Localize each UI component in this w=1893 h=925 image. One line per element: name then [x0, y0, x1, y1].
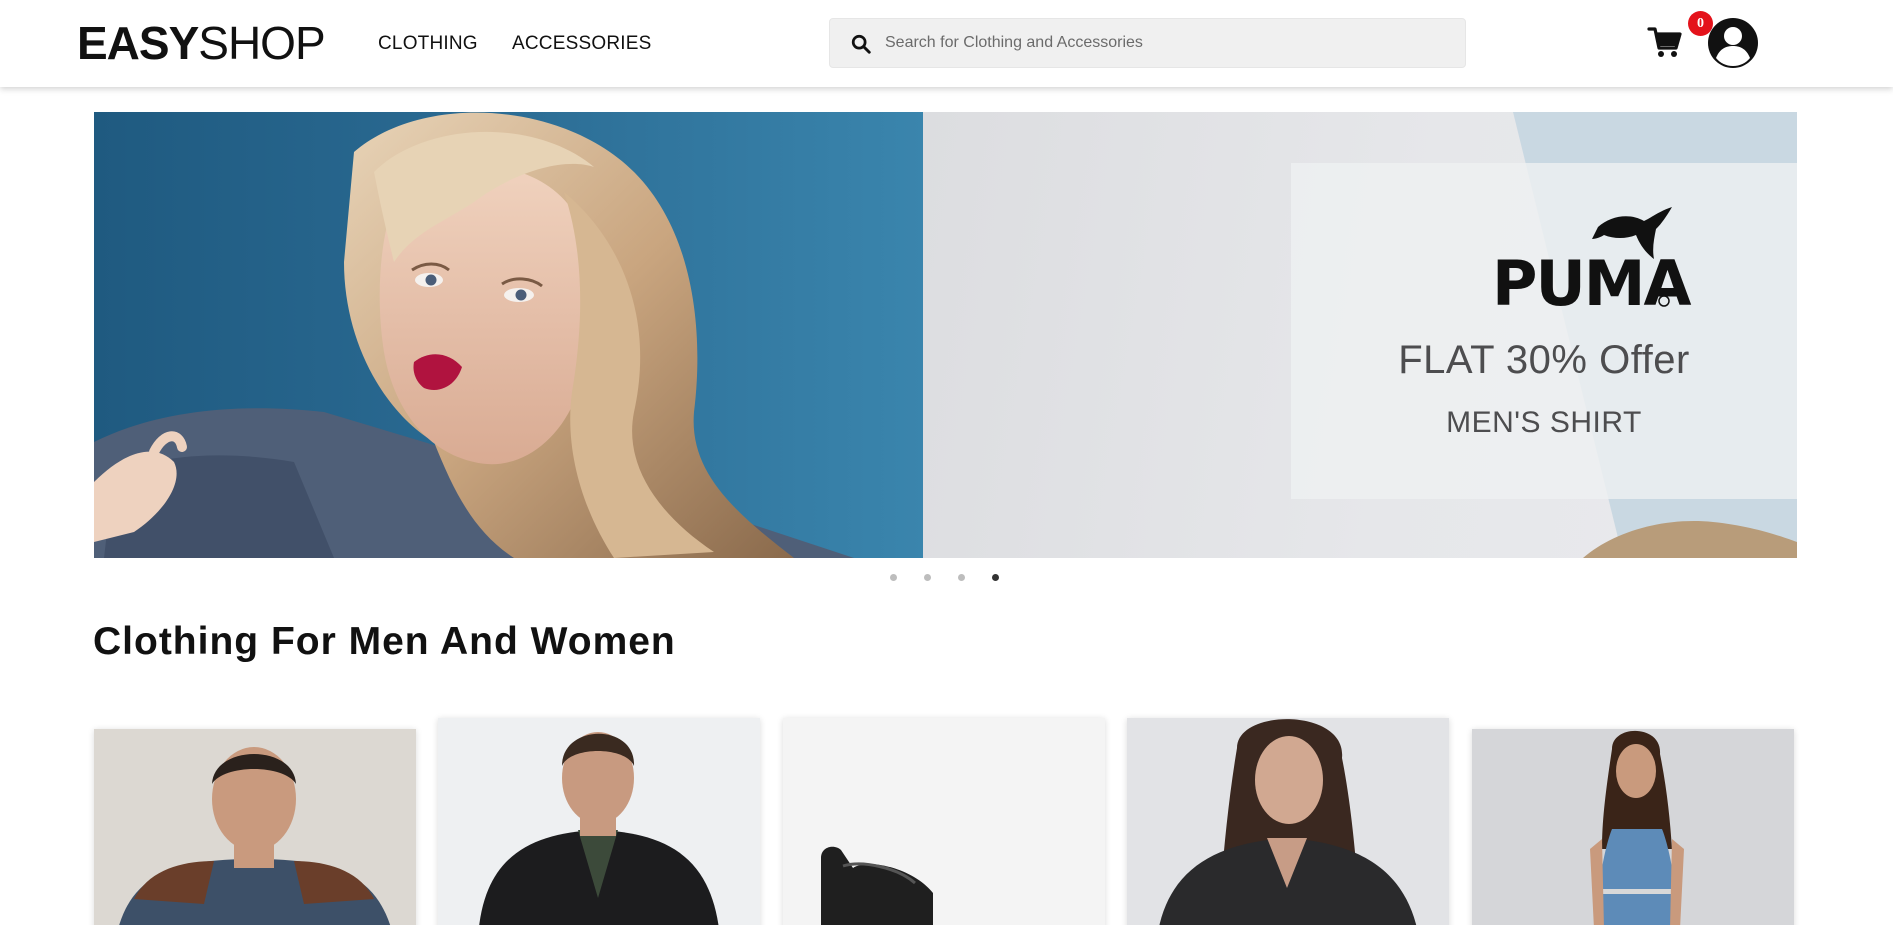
product-image-boots — [783, 718, 1105, 925]
carousel-dot-2[interactable] — [924, 574, 931, 581]
product-card-boots[interactable] — [783, 718, 1105, 925]
promo-headline: FLAT 30% Offer — [1398, 338, 1690, 382]
site-logo[interactable]: EASYSHOP — [77, 16, 326, 70]
product-card-men-sweater[interactable] — [94, 729, 416, 925]
promo-panel: PUMA FLAT 30% Offer MEN'S SHIRT — [923, 112, 1797, 558]
product-card-women-leather-jacket[interactable] — [1127, 718, 1449, 925]
product-image-women-leather-jacket — [1127, 718, 1449, 925]
search-icon[interactable] — [850, 33, 872, 55]
promo-subline: MEN'S SHIRT — [1446, 406, 1642, 439]
logo-bold-text: EASY — [77, 17, 199, 69]
puma-logo-icon: PUMA — [1492, 207, 1693, 315]
product-grid — [94, 718, 1797, 925]
search-input[interactable] — [885, 19, 1455, 67]
hero-photo — [94, 112, 923, 558]
nav-accessories-link[interactable]: ACCESSORIES — [512, 33, 651, 55]
product-image-men-jacket — [438, 718, 760, 925]
logo-light-text: SHOP — [198, 17, 325, 69]
cart-icon[interactable] — [1647, 24, 1683, 60]
search-bar[interactable] — [829, 18, 1466, 68]
product-card-women-denim-dress[interactable] — [1472, 729, 1794, 925]
carousel-dot-3[interactable] — [958, 574, 965, 581]
site-header: EASYSHOP CLOTHING ACCESSORIES 0 — [0, 0, 1893, 87]
hero-carousel[interactable]: PUMA FLAT 30% Offer MEN'S SHIRT — [94, 112, 1797, 558]
carousel-dot-4[interactable] — [992, 574, 999, 581]
carousel-indicators — [890, 574, 1000, 584]
nav-clothing-link[interactable]: CLOTHING — [378, 33, 478, 55]
section-title: Clothing For Men And Women — [93, 620, 676, 663]
promo-card: PUMA FLAT 30% Offer MEN'S SHIRT — [1291, 163, 1797, 499]
product-image-men-sweater — [94, 729, 416, 925]
account-circle-icon[interactable] — [1707, 17, 1759, 69]
product-card-men-jacket[interactable] — [438, 718, 760, 925]
carousel-dot-1[interactable] — [890, 574, 897, 581]
model-portrait-image — [94, 112, 854, 558]
product-image-women-denim-dress — [1472, 729, 1794, 925]
